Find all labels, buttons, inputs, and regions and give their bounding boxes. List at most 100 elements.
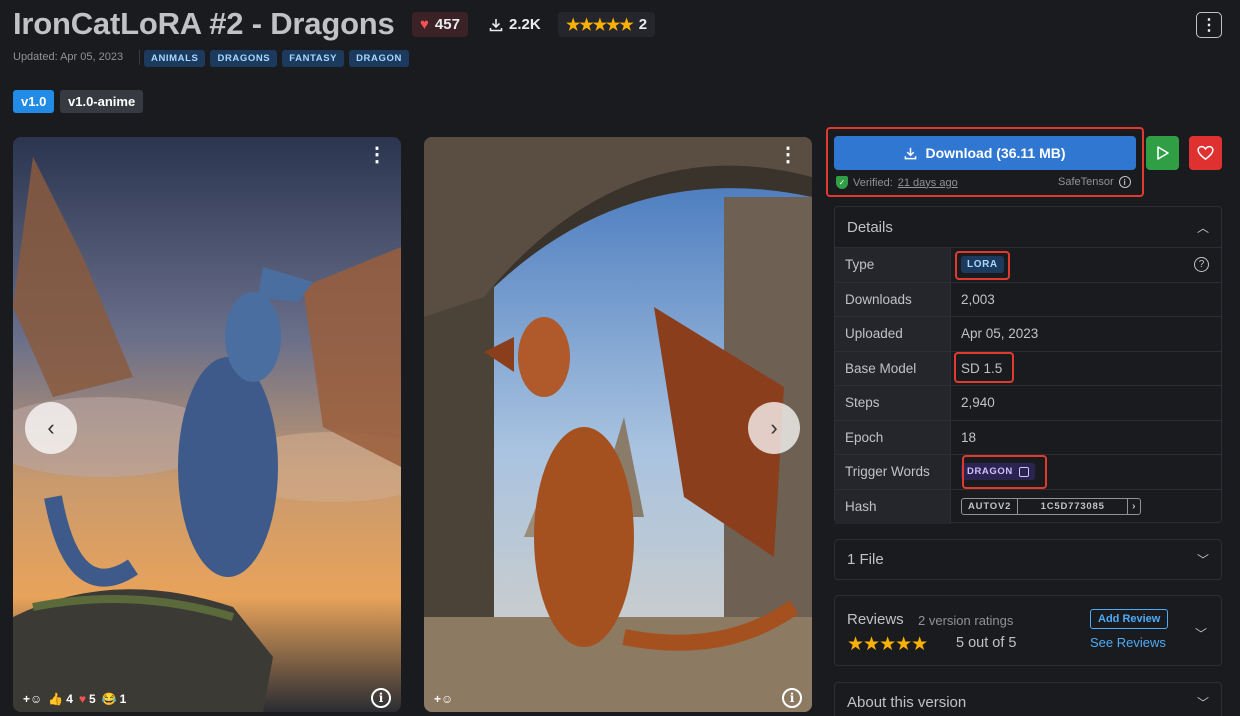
heart-icon: ♥ bbox=[78, 692, 87, 706]
row-key: Trigger Words bbox=[835, 455, 951, 489]
chevron-down-icon[interactable]: ﹀ bbox=[1195, 625, 1207, 642]
reactions-bar: +☺ bbox=[434, 692, 453, 706]
gallery-image-right[interactable]: ⋮ › +☺ i bbox=[424, 137, 812, 712]
star-icon: ★★★★★ bbox=[566, 16, 634, 34]
reaction-hearts[interactable]: ♥ 5 bbox=[79, 692, 96, 706]
hash-selector[interactable]: AUTOV2 1C5D773085 › bbox=[961, 498, 1142, 516]
add-reaction-button[interactable]: +☺ bbox=[434, 692, 453, 706]
version-tab-anime[interactable]: v1.0-anime bbox=[60, 90, 144, 113]
reaction-thumbs[interactable]: 👍 4 bbox=[48, 692, 73, 706]
image-info-icon[interactable]: i bbox=[371, 688, 391, 708]
add-review-button[interactable]: Add Review bbox=[1090, 609, 1169, 629]
safetensor-text: SafeTensor bbox=[1058, 176, 1114, 188]
tag-fantasy[interactable]: FANTASY bbox=[282, 50, 345, 67]
row-key: Steps bbox=[835, 386, 951, 420]
row-value: 2,940 bbox=[961, 395, 995, 411]
trigger-word: DRAGON bbox=[967, 466, 1013, 478]
reviews-score: 5 out of 5 bbox=[956, 635, 1017, 651]
details-row-steps: Steps 2,940 bbox=[835, 386, 1221, 421]
image-menu-icon[interactable]: ⋮ bbox=[367, 145, 387, 165]
copy-icon bbox=[1018, 466, 1029, 477]
verified-status: ✓ Verified: 21 days ago bbox=[836, 176, 958, 189]
row-value: SD 1.5 bbox=[961, 360, 1003, 376]
divider bbox=[139, 50, 140, 65]
row-key: Uploaded bbox=[835, 317, 951, 351]
downloads-badge: 2.2K bbox=[481, 12, 549, 37]
image-info-icon[interactable]: i bbox=[782, 688, 802, 708]
details-title: Details bbox=[847, 218, 893, 236]
row-value: Apr 05, 2023 bbox=[961, 326, 1039, 342]
details-panel: Details ︿ Type LORA? Downloads 2,003 Upl… bbox=[834, 206, 1222, 524]
details-row-trigger-words: Trigger Words DRAGON bbox=[835, 455, 1221, 490]
download-button[interactable]: Download (36.11 MB) bbox=[834, 136, 1136, 170]
row-value: 18 bbox=[961, 429, 977, 445]
see-reviews-link[interactable]: See Reviews bbox=[1090, 635, 1166, 650]
details-row-epoch: Epoch 18 bbox=[835, 420, 1221, 455]
chevron-right-icon[interactable]: › bbox=[1128, 499, 1140, 514]
version-tab-active[interactable]: v1.0 bbox=[13, 90, 55, 113]
row-key: Base Model bbox=[835, 351, 951, 385]
reactions-bar: +☺ 👍 4 ♥ 5 😂 1 bbox=[23, 692, 126, 706]
chevron-up-icon: ︿ bbox=[1196, 220, 1209, 235]
page-title: IronCatLoRA #2 - Dragons bbox=[13, 6, 395, 41]
row-key: Downloads bbox=[835, 282, 951, 316]
about-version-panel[interactable]: About this version ﹀ bbox=[834, 682, 1222, 716]
reaction-laugh[interactable]: 😂 1 bbox=[102, 692, 127, 706]
verified-date-link[interactable]: 21 days ago bbox=[898, 177, 958, 189]
verified-label: Verified: bbox=[853, 176, 893, 189]
details-row-uploaded: Uploaded Apr 05, 2023 bbox=[835, 317, 1221, 352]
row-key: Type bbox=[835, 248, 951, 282]
image-menu-icon[interactable]: ⋮ bbox=[778, 145, 798, 165]
play-icon bbox=[1156, 146, 1169, 160]
laugh-count: 1 bbox=[119, 692, 127, 706]
star-icon: ★★★★★ bbox=[847, 634, 928, 655]
thumbs-up-icon: 👍 bbox=[48, 692, 64, 706]
details-row-hash: Hash AUTOV2 1C5D773085 › bbox=[835, 489, 1221, 524]
safetensor-label: SafeTensor i bbox=[1058, 176, 1131, 188]
updated-date: Updated: Apr 05, 2023 bbox=[13, 51, 124, 63]
downloads-count: 2.2K bbox=[509, 16, 541, 33]
row-key: Epoch bbox=[835, 420, 951, 454]
reviews-title: Reviews bbox=[847, 611, 904, 628]
trigger-word-badge[interactable]: DRAGON bbox=[961, 463, 1035, 481]
prev-image-button[interactable]: ‹ bbox=[25, 402, 77, 454]
add-reaction-button[interactable]: +☺ bbox=[23, 692, 42, 706]
reviews-subtitle: 2 version ratings bbox=[918, 613, 1014, 628]
info-icon[interactable]: i bbox=[1118, 176, 1131, 188]
rating-badge[interactable]: ★★★★★ 2 bbox=[558, 12, 656, 37]
heart-outline-icon bbox=[1197, 145, 1214, 161]
row-key: Hash bbox=[835, 489, 951, 524]
tag-animals[interactable]: ANIMALS bbox=[144, 50, 206, 67]
gallery-image-left[interactable]: ⋮ ‹ +☺ 👍 4 ♥ 5 😂 1 i bbox=[13, 137, 401, 712]
next-image-button[interactable]: › bbox=[748, 402, 800, 454]
files-panel[interactable]: 1 File ﹀ bbox=[834, 539, 1222, 580]
chevron-down-icon: ﹀ bbox=[1196, 553, 1209, 567]
laugh-icon: 😂 bbox=[101, 692, 117, 706]
favorite-button[interactable] bbox=[1189, 136, 1222, 170]
help-icon[interactable]: ? bbox=[1194, 257, 1209, 273]
hash-value[interactable]: 1C5D773085 bbox=[1018, 499, 1129, 515]
tag-dragon[interactable]: DRAGON bbox=[349, 50, 409, 67]
heart-icon: ♥ bbox=[420, 16, 429, 33]
about-title: About this version bbox=[847, 693, 967, 711]
likes-badge[interactable]: ♥ 457 bbox=[412, 12, 468, 37]
run-button[interactable] bbox=[1146, 136, 1179, 170]
details-row-type: Type LORA? bbox=[835, 248, 1221, 283]
reviews-panel: Reviews 2 version ratings ★★★★★ 5 out of… bbox=[834, 595, 1222, 666]
rating-stars: ★★★★★ bbox=[847, 633, 928, 656]
more-options-button[interactable]: ⋮ bbox=[1196, 12, 1222, 38]
hash-type: AUTOV2 bbox=[962, 499, 1019, 515]
files-title: 1 File bbox=[847, 551, 884, 568]
rating-count: 2 bbox=[638, 16, 648, 33]
details-row-downloads: Downloads 2,003 bbox=[835, 282, 1221, 317]
download-label: Download (36.11 MB) bbox=[925, 145, 1066, 161]
details-row-base-model: Base Model SD 1.5 bbox=[835, 351, 1221, 386]
row-value: 2,003 bbox=[961, 291, 995, 307]
tag-dragons[interactable]: DRAGONS bbox=[210, 50, 278, 67]
chevron-down-icon: ﹀ bbox=[1196, 695, 1209, 710]
download-icon bbox=[905, 147, 917, 159]
shield-check-icon: ✓ bbox=[836, 176, 848, 189]
type-badge: LORA bbox=[961, 256, 1004, 274]
details-header[interactable]: Details ︿ bbox=[835, 207, 1221, 248]
thumbs-count: 4 bbox=[66, 692, 73, 706]
